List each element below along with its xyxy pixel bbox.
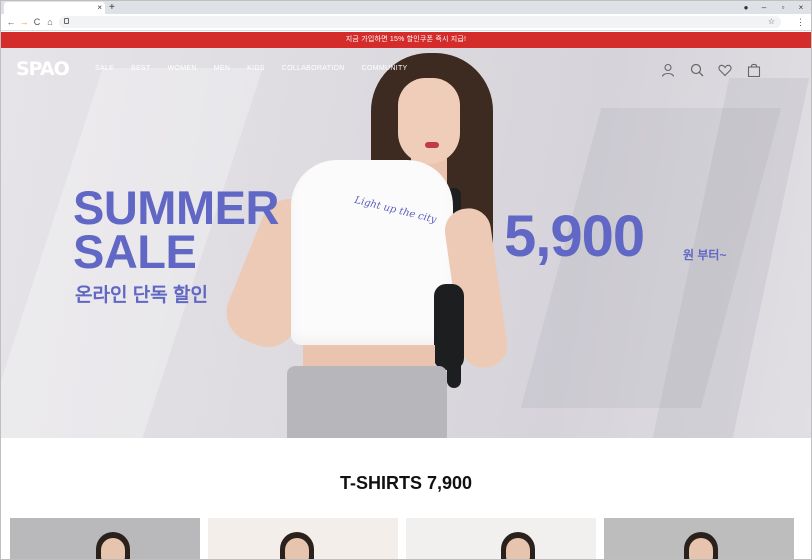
close-window-button[interactable]: × xyxy=(794,1,808,14)
hero-subtitle: 온라인 단독 할인 xyxy=(75,285,208,306)
browser-toolbar: ← → C ⌂ ☆ ⋮ xyxy=(1,14,811,31)
browser-tab[interactable]: × xyxy=(4,2,105,14)
search-icon[interactable] xyxy=(690,63,704,77)
heart-icon[interactable] xyxy=(718,63,732,77)
address-bar[interactable]: ☆ xyxy=(59,16,781,28)
nav-item-best[interactable]: BEST xyxy=(131,65,150,72)
new-tab-button[interactable]: + xyxy=(109,1,115,14)
hero-title-line1: SUMMER xyxy=(73,181,279,234)
promo-banner[interactable]: 지금 가입하면 15% 할인쿠폰 즉시 지급! xyxy=(1,32,811,48)
browser-menu-icon[interactable]: ⋮ xyxy=(796,14,805,30)
browser-window: × + ● – ▫ × ← → C ⌂ ☆ ⋮ 지금 가입하면 15% 할인쿠폰… xyxy=(0,0,812,560)
reload-button[interactable]: C xyxy=(31,14,43,30)
tab-close-icon[interactable]: × xyxy=(97,2,102,14)
back-button[interactable]: ← xyxy=(5,14,17,30)
bookmark-star-icon[interactable]: ☆ xyxy=(768,16,775,28)
minimize-button[interactable]: – xyxy=(757,1,771,14)
product-card[interactable] xyxy=(406,518,596,559)
maximize-button[interactable]: ▫ xyxy=(776,1,790,14)
bag-icon[interactable] xyxy=(747,63,761,77)
profile-icon[interactable]: ● xyxy=(739,1,753,14)
hero-title-line2: SALE xyxy=(73,225,197,278)
hero-price-suffix: 원 부터~ xyxy=(683,248,727,262)
forward-button[interactable]: → xyxy=(18,14,30,30)
hero-banner[interactable]: Light up the city SUMMER SALE 온라인 단독 할인 … xyxy=(1,48,811,438)
main-nav: SALE BEST WOMEN MEN KIDS COLLABORATION C… xyxy=(95,65,408,72)
product-card[interactable] xyxy=(604,518,794,559)
nav-item-sale[interactable]: SALE xyxy=(95,65,114,72)
nav-item-collaboration[interactable]: COLLABORATION xyxy=(282,65,345,72)
lock-icon xyxy=(64,18,69,24)
home-button[interactable]: ⌂ xyxy=(44,14,56,30)
user-icon[interactable] xyxy=(661,63,675,77)
nav-item-community[interactable]: COMMUNITY xyxy=(362,65,408,72)
tab-strip: × + ● – ▫ × xyxy=(1,1,811,14)
hero-price: 5,900 xyxy=(504,204,645,269)
site-logo[interactable]: SPAO xyxy=(16,59,70,79)
nav-item-women[interactable]: WOMEN xyxy=(168,65,197,72)
nav-item-men[interactable]: MEN xyxy=(214,65,230,72)
product-card[interactable] xyxy=(10,518,200,559)
hero-title: SUMMER SALE xyxy=(73,181,303,278)
nav-item-kids[interactable]: KIDS xyxy=(247,65,265,72)
section-title: T-SHIRTS 7,900 xyxy=(339,473,473,493)
product-card[interactable] xyxy=(208,518,398,559)
